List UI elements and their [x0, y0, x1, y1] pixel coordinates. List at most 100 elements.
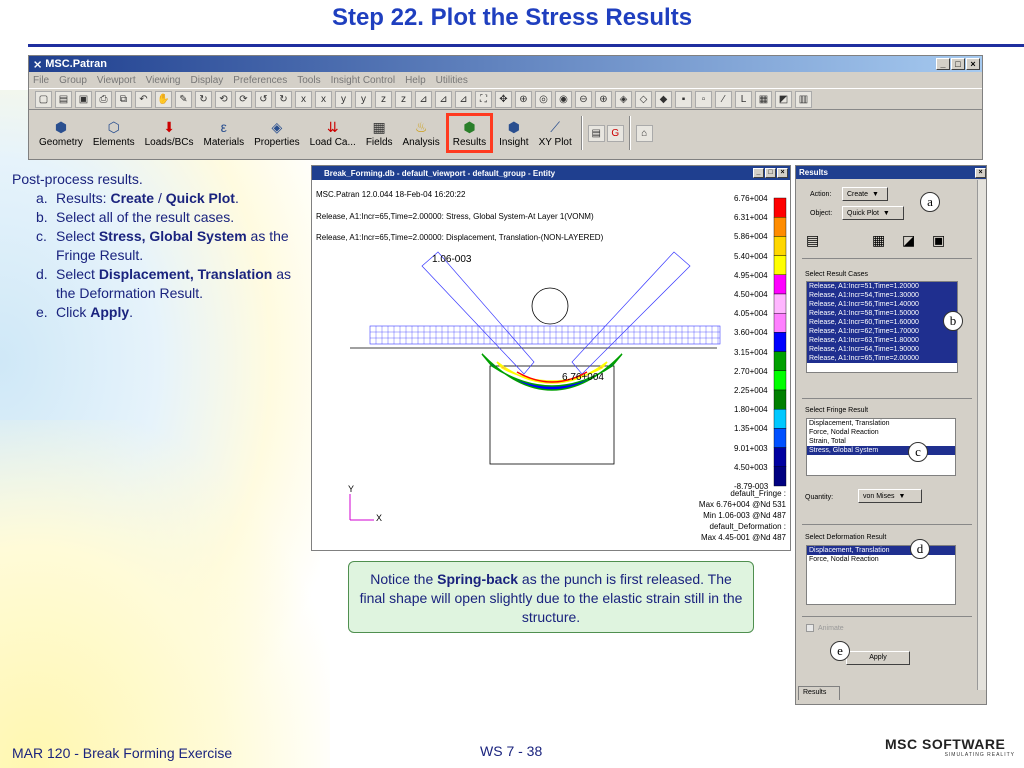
list-item[interactable]: Release, A1:Incr=62,Time=1.70000: [807, 327, 957, 336]
app-properties-button[interactable]: ◈ Properties: [250, 113, 304, 153]
gr-icon[interactable]: G: [606, 124, 624, 142]
animate-checkbox[interactable]: [806, 624, 814, 632]
menu-viewport[interactable]: Viewport: [97, 75, 136, 86]
results-scrollbar[interactable]: [977, 180, 986, 690]
app-analysis-button[interactable]: ♨ Analysis: [399, 113, 444, 153]
view-iso1-icon[interactable]: ⊿: [415, 90, 432, 108]
refresh-icon[interactable]: ↻: [195, 90, 212, 108]
new-file-icon[interactable]: ▢: [35, 90, 52, 108]
center-icon[interactable]: ⊕: [515, 90, 532, 108]
fit-view-icon[interactable]: ⛶: [475, 90, 492, 108]
list-item[interactable]: Release, A1:Incr=65,Time=2.00000: [807, 354, 957, 363]
menu-display[interactable]: Display: [191, 75, 224, 86]
list-item[interactable]: Release, A1:Incr=56,Time=1.40000: [807, 300, 957, 309]
quantity-dropdown[interactable]: von Mises ▼: [858, 489, 922, 503]
rotate-x-icon[interactable]: ⟲: [215, 90, 232, 108]
zoom-out-icon[interactable]: ⊖: [575, 90, 592, 108]
menu-help[interactable]: Help: [405, 75, 426, 86]
print-icon[interactable]: ⎙: [95, 90, 112, 108]
hidden-line-icon[interactable]: ◇: [635, 90, 652, 108]
view-right-icon[interactable]: z: [395, 90, 412, 108]
wireframe-icon[interactable]: ◈: [615, 90, 632, 108]
list-item[interactable]: Displacement, Translation: [807, 419, 955, 428]
apply-button[interactable]: Apply: [846, 651, 910, 665]
undo-icon[interactable]: ↶: [135, 90, 152, 108]
app-fields-button[interactable]: ▦ Fields: [362, 113, 397, 153]
fringe-result-list[interactable]: Displacement, Translation Force, Nodal R…: [806, 418, 956, 476]
app-materials-button[interactable]: ε Materials: [200, 113, 249, 153]
home-icon[interactable]: ⌂: [635, 124, 653, 142]
app-results-button[interactable]: ⬢ Results: [445, 113, 494, 153]
deformation-attributes-icon[interactable]: ◪: [902, 232, 915, 249]
view-iso2-icon[interactable]: ⊿: [435, 90, 452, 108]
zoom-box-icon[interactable]: ◉: [555, 90, 572, 108]
save-icon[interactable]: ▣: [75, 90, 92, 108]
fringe-attributes-icon[interactable]: ▦: [872, 232, 885, 249]
result-cases-list[interactable]: Release, A1:Incr=51,Time=1.20000 Release…: [806, 281, 958, 373]
pan-icon[interactable]: ✥: [495, 90, 512, 108]
menu-file[interactable]: File: [33, 75, 49, 86]
list-item[interactable]: Displacement, Translation: [807, 546, 955, 555]
abort-icon[interactable]: ✋: [155, 90, 172, 108]
spin-icon[interactable]: ◎: [535, 90, 552, 108]
xy-plot-icon: ⟋: [550, 118, 561, 135]
app-elements-button[interactable]: ⬡ Elements: [89, 113, 139, 153]
model-browser-icon[interactable]: ▥: [795, 90, 812, 108]
view-iso3-icon[interactable]: ⊿: [455, 90, 472, 108]
select-results-icon[interactable]: ▤: [806, 232, 819, 249]
list-item[interactable]: Force, Nodal Reaction: [807, 555, 955, 564]
list-item[interactable]: Release, A1:Incr=58,Time=1.50000: [807, 309, 957, 318]
list-item[interactable]: Release, A1:Incr=51,Time=1.20000: [807, 282, 957, 291]
results-close-button[interactable]: ×: [975, 167, 986, 178]
copy-icon[interactable]: ⧉: [115, 90, 132, 108]
app-loads-button[interactable]: ⬇ Loads/BCs: [141, 113, 198, 153]
view-rear-icon[interactable]: x: [315, 90, 332, 108]
view-left-icon[interactable]: z: [375, 90, 392, 108]
maximize-button[interactable]: □: [951, 58, 965, 70]
action-dropdown[interactable]: Create ▼: [842, 187, 888, 201]
menu-insight-control[interactable]: Insight Control: [331, 75, 395, 86]
node-size-icon[interactable]: ▪: [675, 90, 692, 108]
axis-x-label: X: [376, 513, 383, 523]
list-item[interactable]: Force, Nodal Reaction: [807, 428, 955, 437]
object-dropdown[interactable]: Quick Plot ▼: [842, 206, 904, 220]
list-item[interactable]: Release, A1:Incr=54,Time=1.30000: [807, 291, 957, 300]
graphics-viewport[interactable]: Break_Forming.db - default_viewport - de…: [311, 165, 791, 551]
menu-group[interactable]: Group: [59, 75, 87, 86]
close-button[interactable]: ×: [966, 58, 980, 70]
menu-preferences[interactable]: Preferences: [233, 75, 287, 86]
deformation-result-list[interactable]: Displacement, Translation Force, Nodal R…: [806, 545, 956, 605]
tab-results[interactable]: Results: [798, 686, 840, 700]
list-item[interactable]: Stress, Global System: [807, 446, 955, 455]
list-item[interactable]: Release, A1:Incr=63,Time=1.80000: [807, 336, 957, 345]
app-load-cases-button[interactable]: ⇊ Load Ca...: [306, 113, 360, 153]
insight-icon: ⬢: [507, 118, 520, 135]
group-icon[interactable]: ◩: [775, 90, 792, 108]
list-item[interactable]: Release, A1:Incr=64,Time=1.90000: [807, 345, 957, 354]
menu-viewing[interactable]: Viewing: [146, 75, 181, 86]
menu-utilities[interactable]: Utilities: [436, 75, 468, 86]
display-icon[interactable]: ▦: [755, 90, 772, 108]
grid-icon[interactable]: ▤: [587, 124, 605, 142]
view-front-icon[interactable]: x: [295, 90, 312, 108]
view-bottom-icon[interactable]: y: [355, 90, 372, 108]
display-attributes-icon[interactable]: ▣: [932, 232, 945, 249]
labels-icon[interactable]: ▫: [695, 90, 712, 108]
minimize-button[interactable]: _: [936, 58, 950, 70]
rotate-y-icon[interactable]: ⟳: [235, 90, 252, 108]
plot-erase-icon[interactable]: ⁄: [715, 90, 732, 108]
show-labels-icon[interactable]: L: [735, 90, 752, 108]
list-item[interactable]: Strain, Total: [807, 437, 955, 446]
app-xy-plot-button[interactable]: ⟋ XY Plot: [535, 113, 576, 153]
rotate-icon[interactable]: ↻: [275, 90, 292, 108]
reset-graphics-icon[interactable]: ✎: [175, 90, 192, 108]
shaded-icon[interactable]: ◆: [655, 90, 672, 108]
zoom-in-icon[interactable]: ⊕: [595, 90, 612, 108]
app-insight-button[interactable]: ⬢ Insight: [495, 113, 532, 153]
rotate-z-icon[interactable]: ↺: [255, 90, 272, 108]
view-top-icon[interactable]: y: [335, 90, 352, 108]
open-file-icon[interactable]: ▤: [55, 90, 72, 108]
list-item[interactable]: Release, A1:Incr=60,Time=1.60000: [807, 318, 957, 327]
menu-tools[interactable]: Tools: [297, 75, 320, 86]
app-geometry-button[interactable]: ⬢ Geometry: [35, 113, 87, 153]
